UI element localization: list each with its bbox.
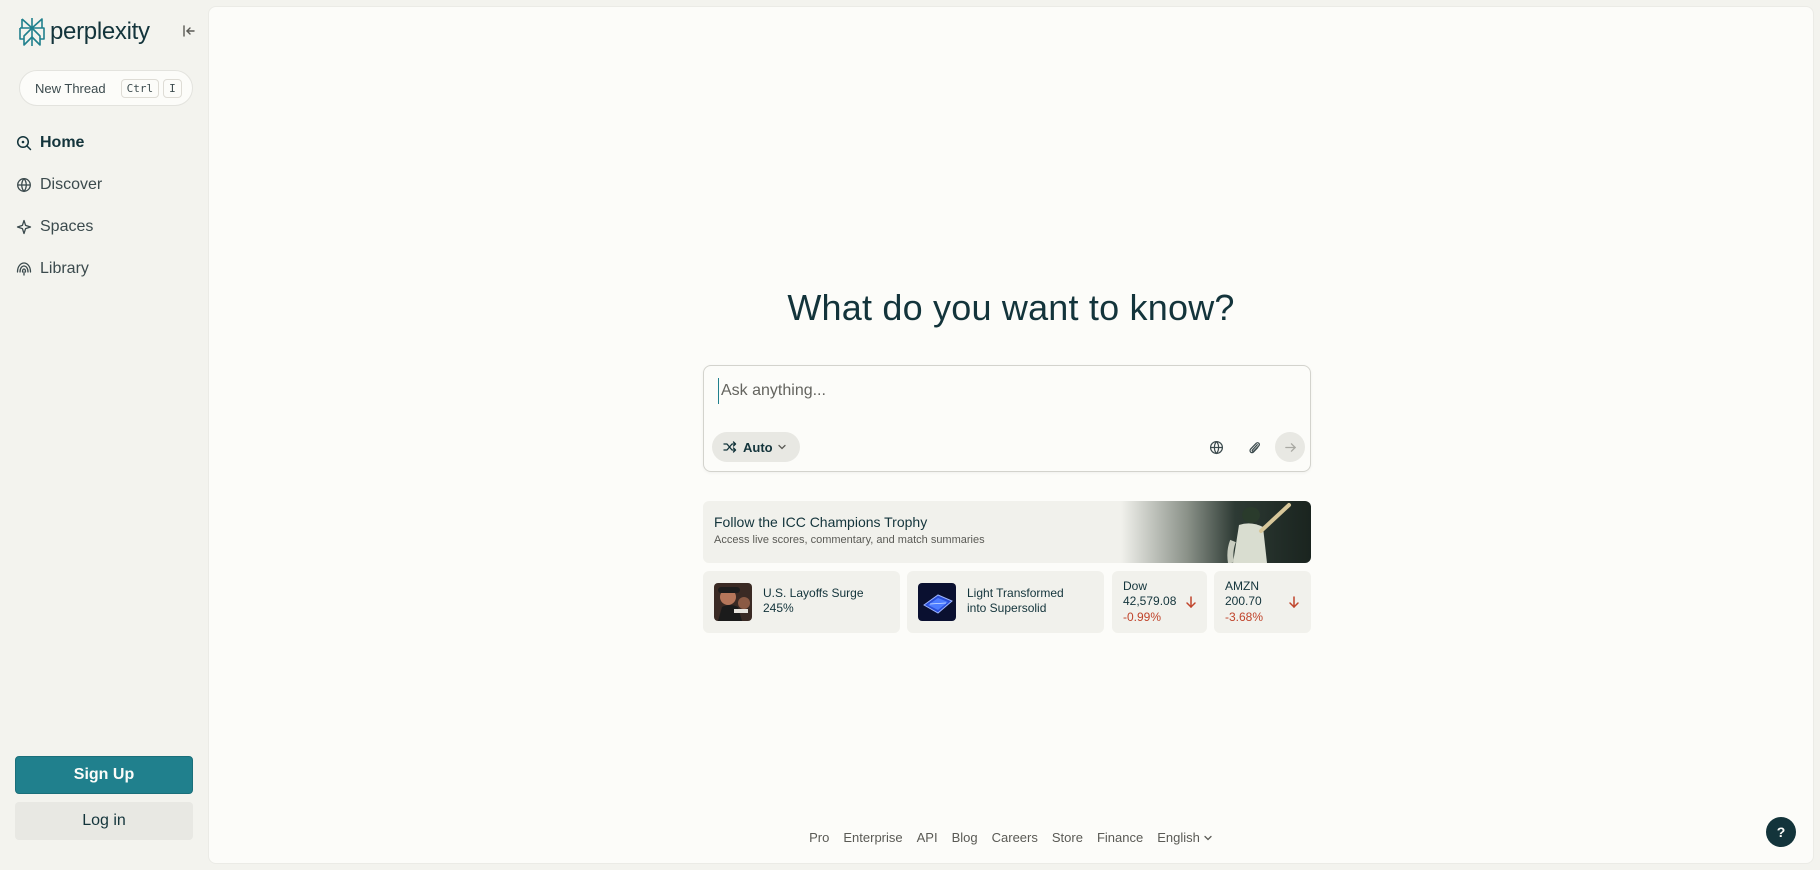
globe-icon [16, 177, 32, 193]
sidebar-item-home[interactable]: Home [16, 130, 196, 156]
news-card[interactable]: U.S. Layoffs Surge 245% [703, 571, 900, 633]
footer-link-enterprise[interactable]: Enterprise [843, 830, 902, 845]
news-thumbnail-image [714, 583, 752, 621]
search-input[interactable] [718, 378, 1288, 404]
sparkle-icon [16, 219, 32, 235]
news-card[interactable]: Light Transformed into Supersolid [907, 571, 1104, 633]
sign-up-button[interactable]: Sign Up [15, 756, 193, 794]
page-title: What do you want to know? [787, 287, 1235, 328]
shuffle-icon [723, 441, 737, 453]
sidebar-item-label: Home [40, 134, 85, 151]
focus-web-button[interactable] [1201, 432, 1231, 462]
library-icon [16, 261, 32, 277]
footer-link-blog[interactable]: Blog [952, 830, 978, 845]
footer-link-finance[interactable]: Finance [1097, 830, 1143, 845]
arrow-down-icon [1186, 596, 1196, 609]
sidebar-item-label: Library [40, 260, 89, 277]
brand-name: perplexity [50, 18, 150, 45]
collapse-icon [183, 25, 195, 37]
shortcut-hint: Ctrl I [120, 78, 182, 98]
chevron-down-icon [1204, 835, 1212, 840]
perplexity-logo-icon [19, 18, 45, 46]
arrow-down-icon [1289, 596, 1299, 609]
chevron-down-icon [777, 444, 786, 450]
sidebar-item-library[interactable]: Library [16, 256, 196, 282]
language-selector[interactable]: English [1157, 830, 1213, 845]
promo-subtitle: Access live scores, commentary, and matc… [714, 534, 985, 546]
new-thread-button[interactable]: New Thread Ctrl I [19, 70, 193, 106]
shortcut-key-ctrl: Ctrl [120, 78, 160, 98]
stock-change: -0.99% [1123, 610, 1162, 624]
promo-title: Follow the ICC Champions Trophy [714, 514, 928, 530]
stock-card-dow[interactable]: Dow 42,579.08 -0.99% [1112, 571, 1207, 633]
footer-link-careers[interactable]: Careers [992, 830, 1038, 845]
stock-name: Dow [1123, 579, 1148, 593]
search-mode-selector[interactable]: Auto [712, 432, 800, 462]
sidebar-item-label: Spaces [40, 218, 94, 235]
footer-link-store[interactable]: Store [1052, 830, 1083, 845]
promo-banner[interactable]: Follow the ICC Champions Trophy Access l… [703, 501, 1311, 563]
stock-value: 200.70 [1225, 594, 1262, 608]
footer-link-pro[interactable]: Pro [809, 830, 829, 845]
stock-name: AMZN [1225, 579, 1259, 593]
collapse-sidebar-button[interactable] [180, 21, 198, 41]
stock-value: 42,579.08 [1123, 594, 1177, 608]
search-mode-label: Auto [743, 439, 773, 455]
sidebar-item-discover[interactable]: Discover [16, 172, 196, 198]
submit-button[interactable] [1275, 432, 1305, 462]
home-search-icon [16, 135, 32, 151]
stock-card-amzn[interactable]: AMZN 200.70 -3.68% [1214, 571, 1311, 633]
news-card-title: Light Transformed into Supersolid [967, 586, 1064, 615]
log-in-button[interactable]: Log in [15, 802, 193, 840]
footer-link-api[interactable]: API [917, 830, 938, 845]
main-panel: What do you want to know? Auto [208, 6, 1814, 864]
news-card-title: U.S. Layoffs Surge 245% [763, 586, 864, 615]
sidebar-item-label: Discover [40, 176, 103, 193]
sidebar: perplexity New Thread Ctrl I Home Discov… [0, 0, 208, 870]
cricket-player-image [1121, 501, 1311, 563]
new-thread-label: New Thread [35, 80, 106, 96]
shortcut-key-i: I [163, 78, 182, 98]
help-button[interactable]: ? [1766, 817, 1796, 847]
paperclip-icon [1248, 441, 1260, 453]
footer: Pro Enterprise API Blog Careers Store Fi… [209, 830, 1813, 845]
stock-change: -3.68% [1225, 610, 1264, 624]
attach-button[interactable] [1239, 432, 1269, 462]
language-label: English [1157, 830, 1200, 845]
logo[interactable]: perplexity [18, 16, 198, 48]
sidebar-nav: Home Discover Spaces Library [16, 130, 196, 298]
arrow-right-icon [1284, 442, 1296, 452]
globe-icon [1209, 440, 1223, 454]
sidebar-item-spaces[interactable]: Spaces [16, 214, 196, 240]
search-box: Auto [703, 365, 1311, 472]
news-thumbnail-image [918, 583, 956, 621]
